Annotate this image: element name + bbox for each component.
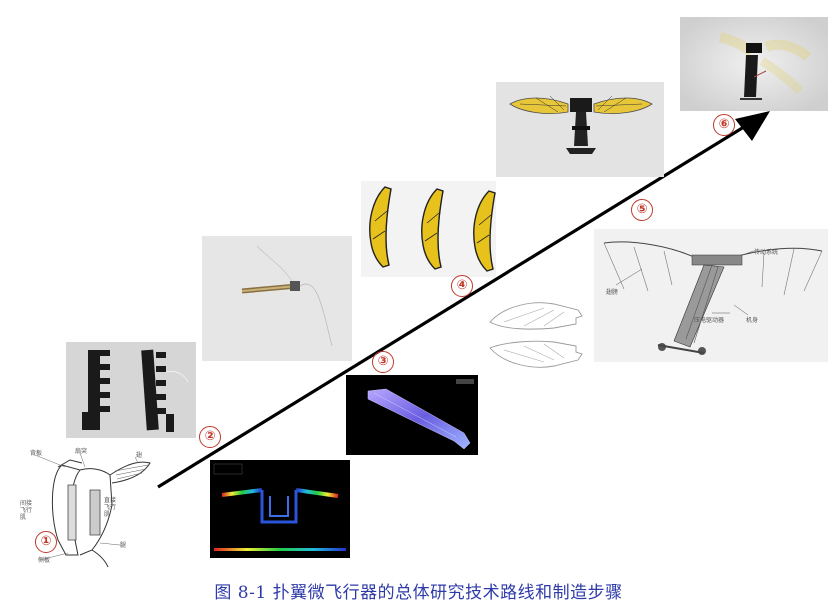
anatomy-label-muscle-right: 直接 飞行 肌 xyxy=(104,497,117,518)
step-marker-5: ⑤ xyxy=(631,199,653,221)
anatomy-label-muscle-left: 间接 飞行 肌 xyxy=(20,500,33,521)
fea-mode-plot xyxy=(210,460,350,558)
figure-stage: 背板 扇突 翅 间接 飞行 肌 直接 飞行 肌 侧板 腿 传动系统 翅膀 压电驱… xyxy=(0,0,837,607)
fabricated-parts-photo xyxy=(66,342,196,438)
step-marker-6: ⑥ xyxy=(713,114,735,136)
cad-label-actuator: 压电驱动器 xyxy=(694,317,725,324)
step-marker-3: ③ xyxy=(372,351,394,373)
anatomy-label-pleura: 侧板 xyxy=(38,557,51,564)
prototype-cad-drawing: 传动系统 翅膀 压电驱动器 机身 xyxy=(594,229,828,362)
cad-label-transmission: 传动系统 xyxy=(754,249,779,256)
wing-outline-sketch xyxy=(484,296,590,374)
figure-number: 图 8-1 xyxy=(214,583,267,603)
step-marker-1: ① xyxy=(35,531,57,553)
anatomy-label-ridge: 背板 xyxy=(30,450,43,457)
assembled-prototype-photo xyxy=(496,82,664,177)
anatomy-label-wing: 翅 xyxy=(136,452,143,459)
step-marker-4: ④ xyxy=(451,275,473,297)
step-marker-2: ② xyxy=(199,426,221,448)
figure-title: 扑翼微飞行器的总体研究技术路线和制造步骤 xyxy=(272,583,623,603)
piezo-actuator-photo xyxy=(202,236,352,361)
anatomy-label-leg: 腿 xyxy=(120,542,127,549)
cad-label-body: 机身 xyxy=(746,317,759,324)
flying-prototype-photo xyxy=(680,17,828,111)
fea-wing-plot xyxy=(346,375,478,455)
cad-label-wing: 翅膀 xyxy=(606,289,619,296)
figure-caption: 图 8-1 扑翼微飞行器的总体研究技术路线和制造步骤 xyxy=(0,578,837,603)
anatomy-label-membrane: 扇突 xyxy=(75,448,88,455)
fabricated-wings-photo xyxy=(361,181,496,277)
